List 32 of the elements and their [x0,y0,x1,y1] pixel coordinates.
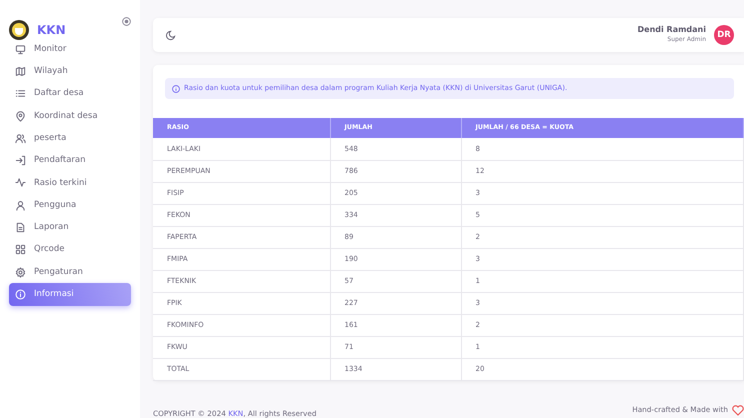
sidebar-item[interactable]: Laporan [9,216,131,239]
sidebar-item[interactable]: Koordinat desa [9,104,131,128]
monitor-icon [15,44,26,55]
grid-icon [15,244,26,256]
info-icon [172,84,180,92]
sidebar-item[interactable]: Wilayah [9,60,131,83]
users-icon [15,132,26,144]
login-icon [15,155,26,166]
heart-icon [732,404,744,416]
info-icon [15,288,26,300]
sidebar-item[interactable]: Pengguna [9,194,131,216]
sidebar-item[interactable]: Informasi [9,283,131,306]
settings-icon [15,266,26,278]
sidebar-item[interactable]: Pendaftaran [9,149,131,172]
sidebar-item[interactable]: Monitor [9,38,131,60]
toggle-icon[interactable] [122,17,131,26]
list-icon [15,88,26,100]
user-avatar[interactable]: DR [714,25,734,45]
logo-icon [9,20,29,40]
brand-name: KKN [37,22,66,39]
moon-icon[interactable] [165,30,176,40]
user-icon [15,200,26,211]
sidebar-item[interactable]: Pengaturan [9,260,131,284]
pulse-icon [15,177,26,188]
map-icon [15,66,26,77]
sidebar-item[interactable]: peserta [9,127,131,150]
document-icon [15,222,26,234]
sidebar-item[interactable]: Daftar desa [9,82,131,105]
map-pin-icon [15,110,26,122]
user-name: Dendi Ramdani [638,26,706,35]
sidebar-item[interactable]: Qrcode [9,238,131,261]
sidebar-item[interactable]: Rasio terkini [9,172,131,194]
